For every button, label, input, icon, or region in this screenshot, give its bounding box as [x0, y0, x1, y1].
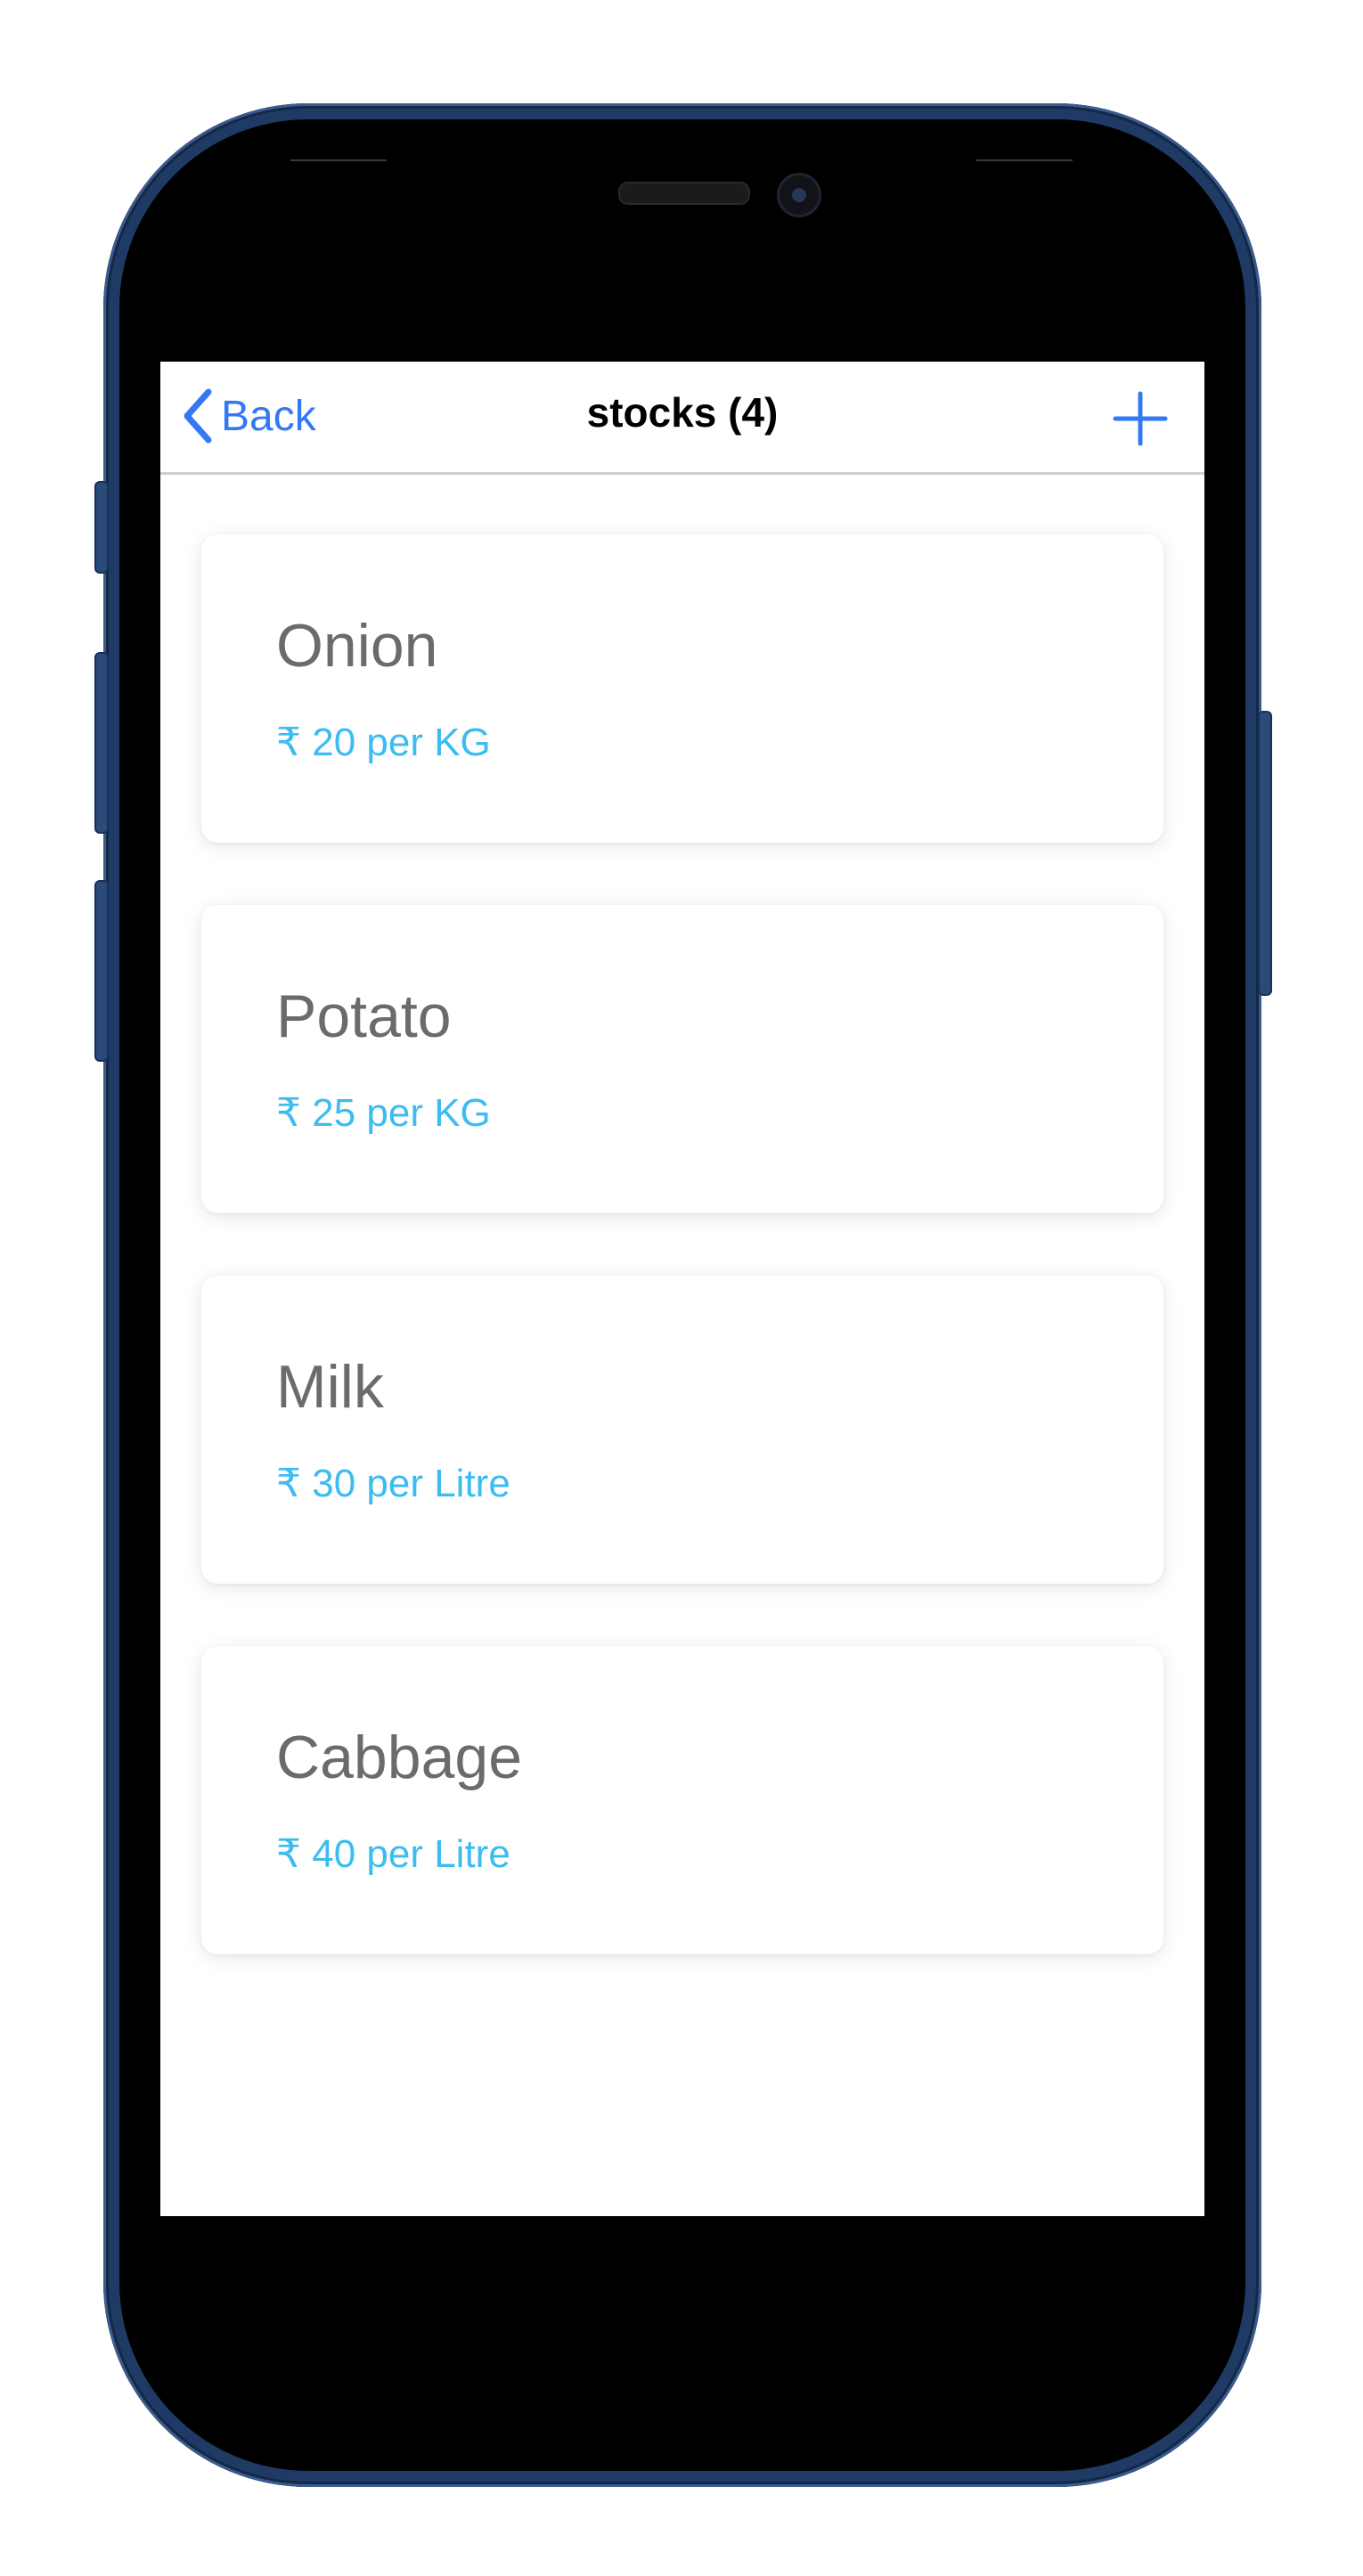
antenna-line-left: [290, 159, 387, 161]
plus-icon: [1112, 391, 1169, 451]
front-camera: [777, 173, 821, 217]
volume-up-button: [94, 652, 109, 834]
stock-card[interactable]: Cabbage ₹ 40 per Litre: [201, 1646, 1163, 1954]
earpiece-speaker: [618, 182, 750, 205]
navigation-bar: Back stocks (4): [160, 362, 1204, 475]
antenna-line-right: [976, 159, 1073, 161]
stock-price: ₹ 30 per Litre: [276, 1462, 510, 1505]
stock-list: Onion ₹ 20 per KG Potato ₹ 25 per KG Mil…: [201, 534, 1163, 2017]
power-button: [1258, 711, 1272, 996]
stock-price: ₹ 25 per KG: [276, 1091, 491, 1135]
stock-name: Potato: [276, 982, 452, 1050]
stock-card[interactable]: Onion ₹ 20 per KG: [201, 534, 1163, 843]
stock-price: ₹ 40 per Litre: [276, 1832, 510, 1876]
volume-down-button: [94, 880, 109, 1062]
stock-name: Cabbage: [276, 1724, 523, 1791]
app-screen: Back stocks (4) Onion ₹ 20 per KG Potato…: [160, 362, 1204, 2216]
stock-card[interactable]: Potato ₹ 25 per KG: [201, 905, 1163, 1213]
silent-switch: [94, 481, 109, 574]
stock-price: ₹ 20 per KG: [276, 721, 491, 764]
stock-name: Onion: [276, 612, 438, 680]
stock-name: Milk: [276, 1353, 384, 1421]
stock-card[interactable]: Milk ₹ 30 per Litre: [201, 1276, 1163, 1584]
page-title: stocks (4): [586, 389, 779, 436]
add-button[interactable]: [1112, 390, 1169, 447]
